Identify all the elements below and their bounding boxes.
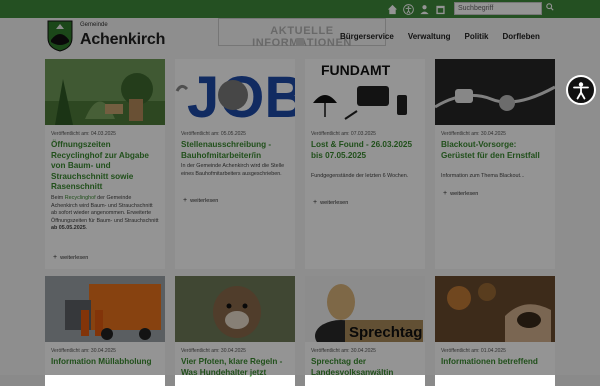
news-card[interactable]: Veröffentlicht am: 04.03.2025 Öffnungsze…: [45, 59, 165, 269]
news-card[interactable]: Veröffentlicht am: 01.04.2025 Informatio…: [435, 276, 555, 386]
news-card[interactable]: Veröffentlicht am: 30.04.2025 Blackout-V…: [435, 59, 555, 269]
user-icon[interactable]: [418, 3, 430, 15]
nav-item-dorfleben[interactable]: Dorfleben: [503, 32, 540, 41]
top-icons: [386, 3, 446, 15]
search-input[interactable]: Suchbegriff: [454, 2, 542, 15]
read-more-link[interactable]: + weiterlesen: [313, 199, 348, 206]
news-title[interactable]: Lost & Found - 26.03.2025 bis 07.05.2025: [311, 140, 421, 161]
municipality-name[interactable]: Achenkirch: [80, 31, 165, 49]
municipality-label: Gemeinde: [80, 22, 108, 28]
main-nav: Bürgerservice Verwaltung Politik Dorfleb…: [340, 32, 554, 41]
nav-item-politik[interactable]: Politik: [465, 32, 489, 41]
sprechtag-thumb-text: Sprechtag: [349, 324, 422, 341]
accessibility-widget-button[interactable]: [566, 75, 596, 105]
news-image-compost: [435, 276, 555, 342]
home-icon[interactable]: [386, 3, 398, 15]
news-title[interactable]: Blackout-Vorsorge: Gerüstet für den Erns…: [441, 140, 551, 161]
accessibility-person-icon: [573, 82, 589, 100]
nav-item-verwaltung[interactable]: Verwaltung: [408, 32, 451, 41]
news-excerpt: Fundgegenstände der letzten 6 Wochen.: [311, 173, 409, 179]
news-image-garbage-truck: [45, 276, 165, 342]
news-title[interactable]: Stellenausschreibung - Bauhofmitarbeiter…: [181, 140, 291, 161]
news-date: Veröffentlicht am: 07.03.2025: [311, 131, 376, 137]
recyclinghof-link[interactable]: Recyclinghof: [65, 195, 96, 201]
municipality-crest-logo[interactable]: [47, 20, 73, 52]
accessibility-icon[interactable]: [402, 3, 414, 15]
news-image-garden: [45, 59, 165, 125]
read-more-link[interactable]: + weiterlesen: [183, 197, 218, 204]
news-image-dog: [175, 276, 295, 342]
news-date: Veröffentlicht am: 01.04.2025: [441, 348, 506, 354]
news-date: Veröffentlicht am: 30.04.2025: [51, 348, 116, 354]
search-icon[interactable]: [545, 3, 555, 14]
news-card[interactable]: JOB Veröffentlicht am: 05.05.2025 Stelle…: [175, 59, 295, 269]
news-excerpt: Beim Recyclinghof der Gemeinde Achenkirc…: [51, 195, 159, 232]
news-image-blackout: [435, 59, 555, 125]
news-card[interactable]: Veröffentlicht am: 30.04.2025 Vier Pfote…: [175, 276, 295, 386]
news-date: Veröffentlicht am: 04.03.2025: [51, 131, 116, 137]
nav-item-buergerservice[interactable]: Bürgerservice: [340, 32, 394, 41]
news-card[interactable]: Veröffentlicht am: 30.04.2025 Informatio…: [45, 276, 165, 386]
news-date: Veröffentlicht am: 30.04.2025: [311, 348, 376, 354]
notice-icon: [296, 38, 304, 46]
news-title[interactable]: Information Müllabholung: [51, 357, 161, 368]
news-title[interactable]: Öffnungszeiten Recyclinghof zur Abgabe v…: [51, 140, 161, 193]
news-date: Veröffentlicht am: 30.04.2025: [441, 131, 506, 137]
news-image-fundamt: FUNDAMT: [305, 59, 425, 125]
page: Suchbegriff Gemeinde Achenkirch AKTUELLE…: [0, 0, 600, 386]
news-title[interactable]: Informationen betreffend: [441, 357, 551, 368]
news-card[interactable]: FUNDAMT Veröffentlicht am: 07.03.2025 Lo…: [305, 59, 425, 269]
news-excerpt: Information zum Thema Blackout...: [441, 173, 525, 179]
read-more-link[interactable]: + weiterlesen: [443, 190, 478, 197]
news-image-jobs: JOB: [175, 59, 295, 125]
read-more-link[interactable]: + weiterlesen: [53, 254, 88, 261]
calendar-icon[interactable]: [434, 3, 446, 15]
news-excerpt: In der Gemeinde Achenkirch wird die Stel…: [181, 163, 285, 177]
news-image-sprechtag: Sprechtag: [305, 276, 425, 342]
fundamt-thumb-text: FUNDAMT: [321, 62, 391, 78]
news-date: Veröffentlicht am: 05.05.2025: [181, 131, 246, 137]
news-card[interactable]: Sprechtag Veröffentlicht am: 30.04.2025 …: [305, 276, 425, 386]
news-date: Veröffentlicht am: 30.04.2025: [181, 348, 246, 354]
